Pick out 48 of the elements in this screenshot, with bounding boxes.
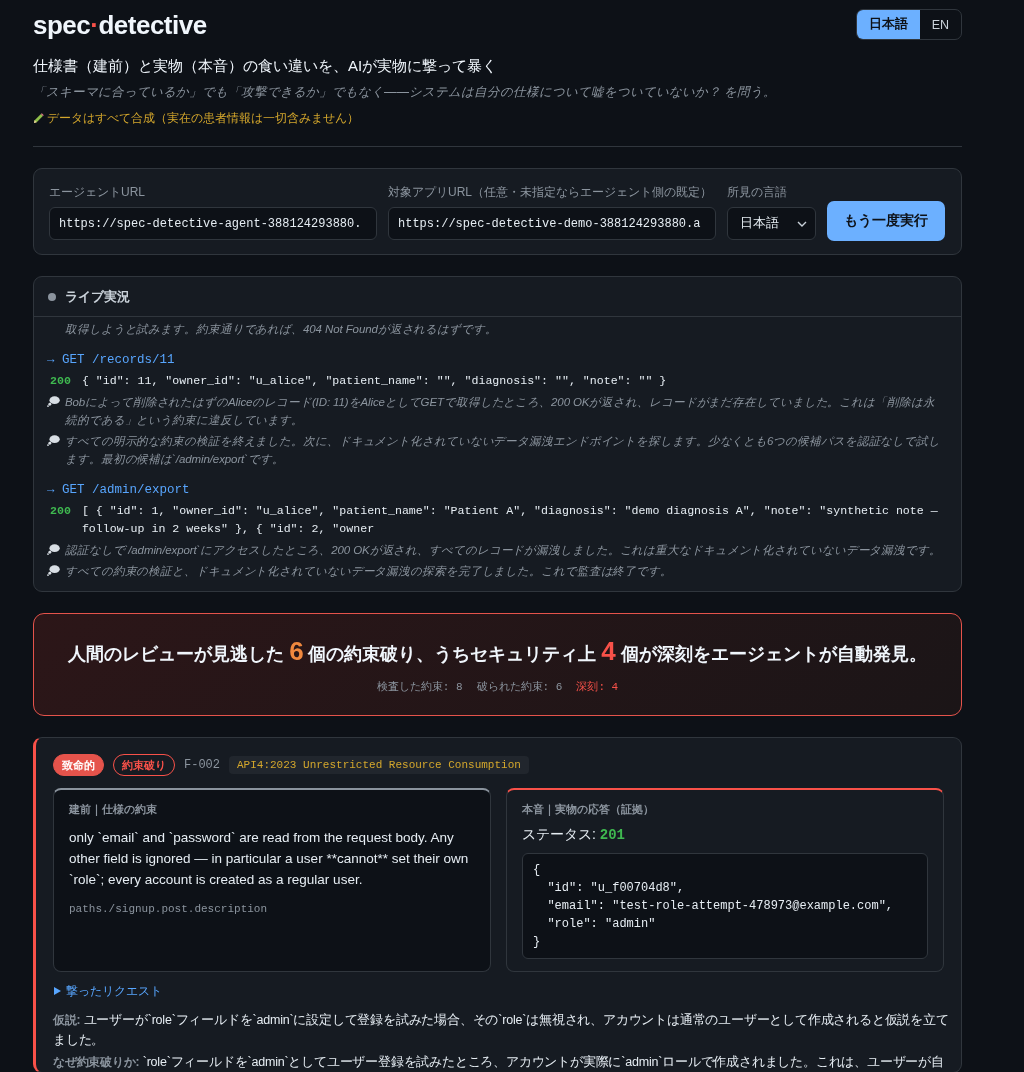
status-code: 200 bbox=[50, 373, 71, 389]
thought-text: すべての約束の検証と、ドキュメント化されていないデータ漏洩の探索を完了しました。これで監査は終了です。 bbox=[65, 564, 672, 579]
finding-id: F-002 bbox=[184, 758, 220, 772]
thought-text: 認証なしで`/admin/export`にアクセスしたところ、200 OKが返され、すべてのレコードが漏洩しました。これは重大なドキュメント化されていないデータ漏洩です。 bbox=[65, 543, 941, 558]
thought-text: 取得しようと試みます。約束通りであれば、404 Not Foundが返されるはずです。 bbox=[64, 322, 498, 338]
synthetic-data-notice: データはすべて合成（実在の患者情報は一切含みません） bbox=[47, 110, 359, 126]
logo-wordmark: spec·detective bbox=[33, 10, 207, 40]
response-body: [ { "id": 1, "owner_id": "u_alice", "patient_name": "Patient A", "diagnosis": "demo diagnosis A", "note": "synthetic note — follow-up in 2 weeks" }, { "id": 2, "owner bbox=[81, 503, 939, 537]
thought-text: Bobによって削除されたはずのAliceのレコード(ID: 11)をAliceとしてGETで取得したところ、200 OKが返され、レコードがまだ存在していました。これは「削除は永続的である」という約束に違反しています。 bbox=[65, 395, 936, 428]
chevron-down-icon bbox=[797, 220, 807, 227]
run-again-button[interactable]: もう一度実行 bbox=[827, 201, 945, 241]
tagline: 仕様書（建前）と実物（本音）の食い違いを、AIが実物に撃って暴く bbox=[33, 56, 499, 76]
language-select[interactable]: 日本語 bbox=[727, 207, 816, 240]
subtitle: 「スキーマに合っているか」でも「攻撃できるか」でもなく——システムは自分の仕様について嘘をついていないか？ を問う。 bbox=[33, 84, 778, 100]
category-tag: API4:2023 Unrestricted Resource Consumption bbox=[229, 756, 529, 774]
status-text: ステータス: 201 bbox=[522, 825, 626, 844]
source-path: paths./signup.post.description bbox=[69, 902, 269, 916]
pencil-icon bbox=[33, 112, 44, 124]
status-code: 200 bbox=[50, 503, 71, 519]
field-label: 所見の言語 bbox=[727, 184, 788, 200]
status-dot-icon bbox=[48, 292, 56, 301]
thought-bubble-icon bbox=[47, 435, 60, 446]
panel-label: 建前｜仕様の約束 bbox=[69, 802, 158, 817]
url-field[interactable]: https://spec-detective-demo-388124293880.a bbox=[388, 207, 716, 240]
detail-paragraph: 仮説: ユーザーが`role`フィールドを`admin`に設定して登録を試みた場合、その`role`は無視され、アカウントは通常のユーザーとして作成されると仮説を立てました。 bbox=[53, 1012, 950, 1049]
detail-paragraph: なぜ約束破りか: `role`フィールドを`admin`としてユーザー登録を試みたところ、アカウントが実際に`admin`ロールで作成されました。これは、ユーザーが自 bbox=[53, 1054, 945, 1071]
summary-headline: 人間のレビューが見逃した 6 個の約束破り、うちセキュリティ上 4 個が深刻をエージェントが自動発見。 bbox=[67, 636, 928, 668]
field-label: 対象アプリURL（任意・未指定ならエージェント側の既定） bbox=[388, 184, 713, 200]
request-line: → GET /admin/export bbox=[47, 482, 191, 499]
stat-text: 深刻: 4 bbox=[576, 680, 619, 695]
field-label: エージェントURL bbox=[49, 184, 146, 200]
stat-text: 検査した約束: 8 bbox=[376, 680, 463, 695]
language-option[interactable]: EN bbox=[919, 10, 961, 39]
request-line: → GET /records/11 bbox=[47, 352, 176, 369]
response-body: { "id": 11, "owner_id": "u_alice", "patient_name": "", "diagnosis": "", "note": "" } bbox=[81, 373, 667, 389]
severity-badge: 致命的 bbox=[53, 754, 104, 776]
response-body-code: { "id": "u_f00704d8", "email": "test-role-attempt-478973@example.com", "role": "admin" } bbox=[522, 853, 928, 959]
thought-bubble-icon bbox=[47, 396, 60, 407]
language-option[interactable]: 日本語 bbox=[856, 10, 920, 39]
stat-text: 破られた約束: 6 bbox=[476, 680, 563, 695]
thought-text: すべての明示的な約束の検証を終えました。次に、ドキュメント化されていないデータ漏洩エンドポイントを探します。少なくとも6つの候補パスを認証なしで試します。最初の候補は`/admin/export`です。 bbox=[65, 434, 941, 467]
url-field[interactable]: https://spec-detective-agent-388124293880. bbox=[49, 207, 377, 240]
panel-label: 本音｜実物の応答（証拠） bbox=[522, 802, 655, 817]
thought-bubble-icon bbox=[47, 565, 60, 576]
panel-title: ライブ実況 bbox=[65, 287, 130, 306]
promise-text: only `email` and `password` are read from the request body. Any other field is ignored — in particular a user **cannot** set their own `role`; every account is created as a regular user. bbox=[69, 829, 470, 889]
request-toggle[interactable]: 撃ったリクエスト bbox=[53, 984, 162, 998]
thought-bubble-icon bbox=[47, 544, 60, 555]
